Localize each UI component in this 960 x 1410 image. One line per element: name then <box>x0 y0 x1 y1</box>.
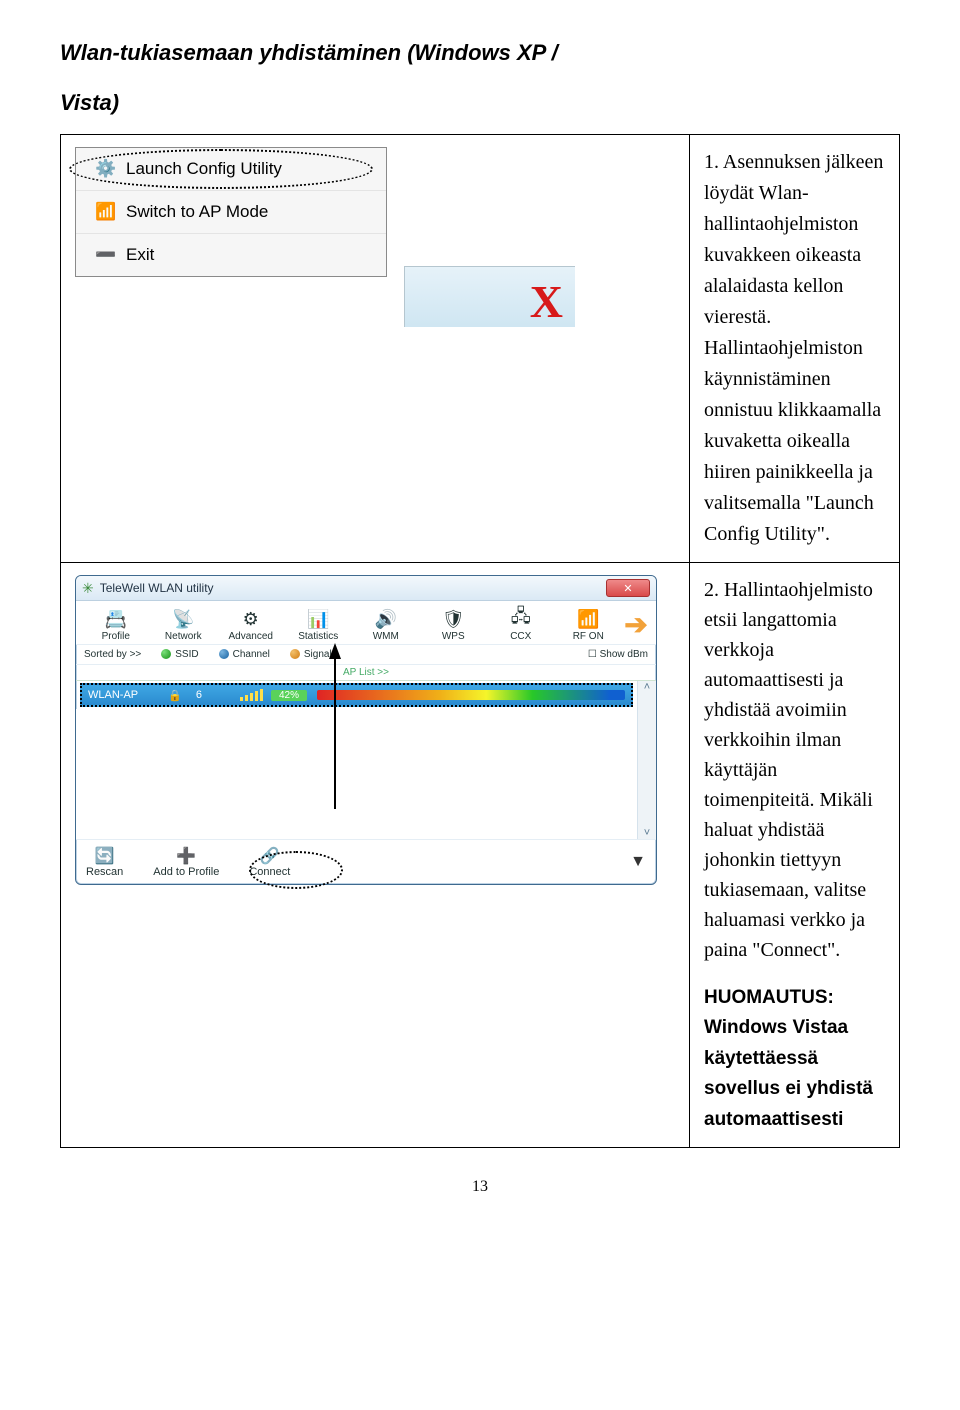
showdbm-label: Show dBm <box>600 649 648 660</box>
tray-close-icon: X <box>530 279 575 327</box>
toolbar-label: Statistics <box>298 631 338 642</box>
scroll-down-icon: ˅ <box>644 827 650 839</box>
dot-icon <box>290 649 300 659</box>
note-label: HUOMAUTUS: <box>704 987 834 1008</box>
scrollbar[interactable]: ˄ ˅ <box>637 681 656 839</box>
toolbar: 📇Profile 📡Network ⚙Advanced 📊Statistics … <box>76 601 656 645</box>
add-to-profile-button[interactable]: ➕Add to Profile <box>153 846 219 878</box>
ap-signal-pct: 42% <box>271 690 307 701</box>
toolbar-wps[interactable]: 🛡WPS <box>420 607 488 642</box>
sort-label: SSID <box>175 649 198 660</box>
signal-colorbar <box>317 690 625 700</box>
highlight-ellipse-launch <box>69 149 373 189</box>
toolbar-statistics[interactable]: 📊Statistics <box>285 607 353 642</box>
network-icon: 📡 <box>168 607 198 631</box>
screenshot-context-menu: ⚙️ Launch Config Utility 📶 Switch to AP … <box>61 135 690 563</box>
toolbar-label: Advanced <box>229 631 273 642</box>
toolbar-label: RF ON <box>573 631 604 642</box>
show-dbm-checkbox[interactable]: ☐ Show dBm <box>588 649 648 660</box>
arrow-right-icon: ➔ <box>624 608 647 641</box>
ap-list-empty-area <box>76 709 637 839</box>
menu-item-exit[interactable]: ➖ Exit <box>76 233 386 276</box>
step-2-text: 2. Hallintaohjelmisto etsii langattomia … <box>704 575 885 965</box>
toolbar-wmm[interactable]: 🔊WMM <box>352 607 420 642</box>
dot-icon <box>219 649 229 659</box>
wmm-icon: 🔊 <box>371 607 401 631</box>
page-number: 13 <box>60 1178 900 1196</box>
window-close-button[interactable]: ✕ <box>606 579 650 597</box>
signal-bars-icon <box>240 689 263 701</box>
sortby-label: Sorted by >> <box>84 649 141 660</box>
sort-channel[interactable]: Channel <box>219 649 270 660</box>
window-title-text: TeleWell WLAN utility <box>100 581 214 595</box>
minus-icon: ➖ <box>86 245 126 265</box>
ccx-icon: 🖧 <box>506 607 536 631</box>
page-title-line1: Wlan-tukiasemaan yhdistäminen (Windows X… <box>60 40 900 66</box>
toolbar-profile[interactable]: 📇Profile <box>82 607 150 642</box>
toolbar-network[interactable]: 📡Network <box>150 607 218 642</box>
taskbar-fragment: X <box>404 266 575 327</box>
note-body: Windows Vistaa käytettäessä sovellus ei … <box>704 1017 873 1129</box>
toolbar-label: CCX <box>510 631 531 642</box>
add-icon: ➕ <box>176 846 196 866</box>
bottom-label: Add to Profile <box>153 866 219 878</box>
toolbar-ccx[interactable]: 🖧CCX <box>487 607 555 642</box>
scroll-up-icon: ˄ <box>644 681 650 693</box>
sort-ssid[interactable]: SSID <box>161 649 198 660</box>
rf-icon: 📶 <box>573 607 603 631</box>
antenna-icon: 📶 <box>86 202 126 222</box>
ap-ssid: WLAN-AP <box>88 689 138 701</box>
step-1-text: 1. Asennuksen jälkeen löydät Wlan-hallin… <box>690 135 900 563</box>
toolbar-next-arrow[interactable]: ➔ <box>622 607 650 642</box>
sort-label: Signal <box>304 649 332 660</box>
menu-item-label: Exit <box>126 245 154 265</box>
profile-icon: 📇 <box>101 607 131 631</box>
window-titlebar: ✳ TeleWell WLAN utility ✕ <box>76 576 656 601</box>
menu-item-switch-ap[interactable]: 📶 Switch to AP Mode <box>76 190 386 233</box>
advanced-icon: ⚙ <box>236 607 266 631</box>
sort-label: Channel <box>233 649 270 660</box>
page-title-line2: Vista) <box>60 90 900 116</box>
bottom-toolbar: 🔄Rescan ➕Add to Profile 🔗Connect ▼ <box>76 839 656 884</box>
toolbar-label: WPS <box>442 631 465 642</box>
app-icon: ✳ <box>82 580 94 597</box>
bottom-label: Rescan <box>86 866 123 878</box>
dot-icon <box>161 649 171 659</box>
menu-item-label: Switch to AP Mode <box>126 202 268 222</box>
statistics-icon: 📊 <box>303 607 333 631</box>
sort-signal[interactable]: Signal <box>290 649 332 660</box>
rescan-button[interactable]: 🔄Rescan <box>86 846 123 878</box>
highlight-ellipse-connect <box>249 851 343 885</box>
wps-icon: 🛡 <box>438 607 468 631</box>
toolbar-label: Profile <box>102 631 130 642</box>
toolbar-advanced[interactable]: ⚙Advanced <box>217 607 285 642</box>
lock-icon: 🔒 <box>168 689 182 702</box>
screenshot-wlan-utility: ✳ TeleWell WLAN utility ✕ 📇Profile 📡Netw… <box>61 563 690 1148</box>
ap-channel: 6 <box>196 689 202 701</box>
ap-row-selected[interactable]: WLAN-AP 🔒 6 42% <box>80 683 633 707</box>
toolbar-rfon[interactable]: 📶RF ON <box>555 607 623 642</box>
expand-toggle-icon[interactable]: ▼ <box>630 853 646 871</box>
toolbar-label: Network <box>165 631 202 642</box>
rescan-icon: 🔄 <box>95 846 115 866</box>
toolbar-label: WMM <box>373 631 399 642</box>
ap-list-label: AP List >> <box>76 665 656 681</box>
sort-bar: Sorted by >> SSID Channel Signal ☐ Show … <box>76 645 656 665</box>
